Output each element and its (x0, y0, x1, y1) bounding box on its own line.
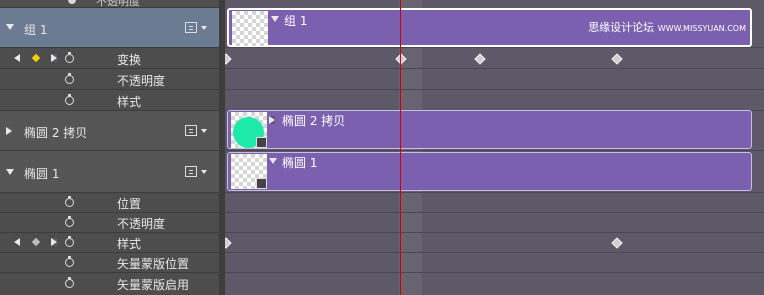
layer-row-ellipse1[interactable]: 椭圆 1 (0, 151, 219, 193)
chevron-down-icon[interactable] (201, 26, 207, 30)
triangle-expanded-icon[interactable] (271, 16, 279, 22)
partial-row-top: 不透明度 (0, 0, 219, 8)
timeline-row (225, 233, 764, 253)
stopwatch-icon (68, 0, 76, 4)
stopwatch-icon[interactable] (65, 196, 74, 207)
clip-group1[interactable]: 组 1 思缘设计论坛 WWW.MISSYUAN.COM (227, 8, 752, 47)
vector-mask-icon (256, 137, 267, 148)
timeline-area[interactable]: 组 1 思缘设计论坛 WWW.MISSYUAN.COM 椭圆 2 拷贝 椭圆 1 (225, 0, 764, 295)
layer-row-group1[interactable]: 组 1 (0, 8, 219, 48)
triangle-collapsed-icon[interactable] (269, 116, 275, 124)
property-row-vector-mask-enable[interactable]: 矢量蒙版启用 (0, 273, 219, 295)
layer-thumbnail (232, 11, 268, 46)
layer-name: 椭圆 1 (24, 167, 60, 181)
triangle-collapsed-icon[interactable] (6, 127, 12, 135)
layer-thumbnail (231, 112, 267, 148)
property-label: 位置 (117, 197, 142, 211)
property-label: 样式 (117, 95, 142, 109)
stopwatch-icon[interactable] (65, 236, 74, 247)
property-label: 变换 (117, 53, 142, 67)
layer-thumbnail (231, 154, 267, 189)
timeline-row (225, 273, 764, 295)
property-row-vector-mask-position[interactable]: 矢量蒙版位置 (0, 253, 219, 273)
chevron-down-icon[interactable] (201, 129, 207, 133)
property-label: 矢量蒙版位置 (117, 257, 190, 271)
triangle-expanded-icon[interactable] (6, 24, 14, 30)
timeline-row (225, 69, 764, 90)
timeline-row (225, 213, 764, 233)
film-strip-icon[interactable] (185, 125, 197, 136)
triangle-expanded-icon[interactable] (6, 169, 14, 175)
next-keyframe-icon[interactable] (51, 54, 57, 62)
layer-name: 椭圆 2 拷贝 (24, 126, 88, 140)
stopwatch-icon[interactable] (65, 52, 74, 63)
stopwatch-icon[interactable] (65, 277, 74, 288)
clip-ellipse2-copy[interactable]: 椭圆 2 拷贝 (227, 110, 752, 149)
property-row-style[interactable]: 样式 (0, 90, 219, 111)
layer-name: 组 1 (24, 23, 48, 37)
timeline-row (225, 253, 764, 273)
property-row-style[interactable]: 样式 (0, 233, 219, 253)
keyframe-diamond-icon[interactable] (31, 237, 41, 247)
partial-row-label: 不透明度 (96, 0, 140, 8)
property-row-transform[interactable]: 变换 (0, 48, 219, 69)
clip-ellipse1[interactable]: 椭圆 1 (227, 152, 752, 191)
stopwatch-icon[interactable] (65, 94, 74, 105)
playhead[interactable] (400, 0, 401, 295)
layer-row-ellipse2-copy[interactable]: 椭圆 2 拷贝 (0, 111, 219, 151)
timeline-row (225, 90, 764, 111)
property-row-opacity[interactable]: 不透明度 (0, 213, 219, 233)
property-label: 不透明度 (117, 74, 166, 88)
property-row-opacity[interactable]: 不透明度 (0, 69, 219, 90)
timeline-row (225, 48, 764, 69)
stopwatch-icon[interactable] (65, 73, 74, 84)
film-strip-icon[interactable] (185, 22, 197, 33)
property-label: 样式 (117, 237, 142, 251)
stopwatch-icon[interactable] (65, 216, 74, 227)
prev-keyframe-icon[interactable] (14, 54, 20, 62)
vector-mask-icon (256, 178, 267, 189)
prev-keyframe-icon[interactable] (14, 238, 20, 246)
next-keyframe-icon[interactable] (51, 238, 57, 246)
clip-label: 组 1 (284, 14, 308, 28)
property-label: 不透明度 (117, 217, 166, 231)
property-label: 矢量蒙版启用 (117, 278, 190, 292)
clip-label: 椭圆 1 (282, 156, 318, 170)
clip-label: 椭圆 2 拷贝 (282, 114, 346, 128)
film-strip-icon[interactable] (185, 166, 197, 177)
triangle-expanded-icon[interactable] (269, 158, 277, 164)
keyframe-diamond-icon[interactable] (31, 53, 41, 63)
layers-panel: 不透明度 组 1 变换 不透明度 样式 椭圆 2 拷贝 椭圆 1 位置 不透明度… (0, 0, 219, 295)
stopwatch-icon[interactable] (65, 256, 74, 267)
chevron-down-icon[interactable] (201, 170, 207, 174)
property-row-position[interactable]: 位置 (0, 193, 219, 213)
timeline-row (225, 193, 764, 213)
watermark: 思缘设计论坛 WWW.MISSYUAN.COM (588, 21, 746, 34)
